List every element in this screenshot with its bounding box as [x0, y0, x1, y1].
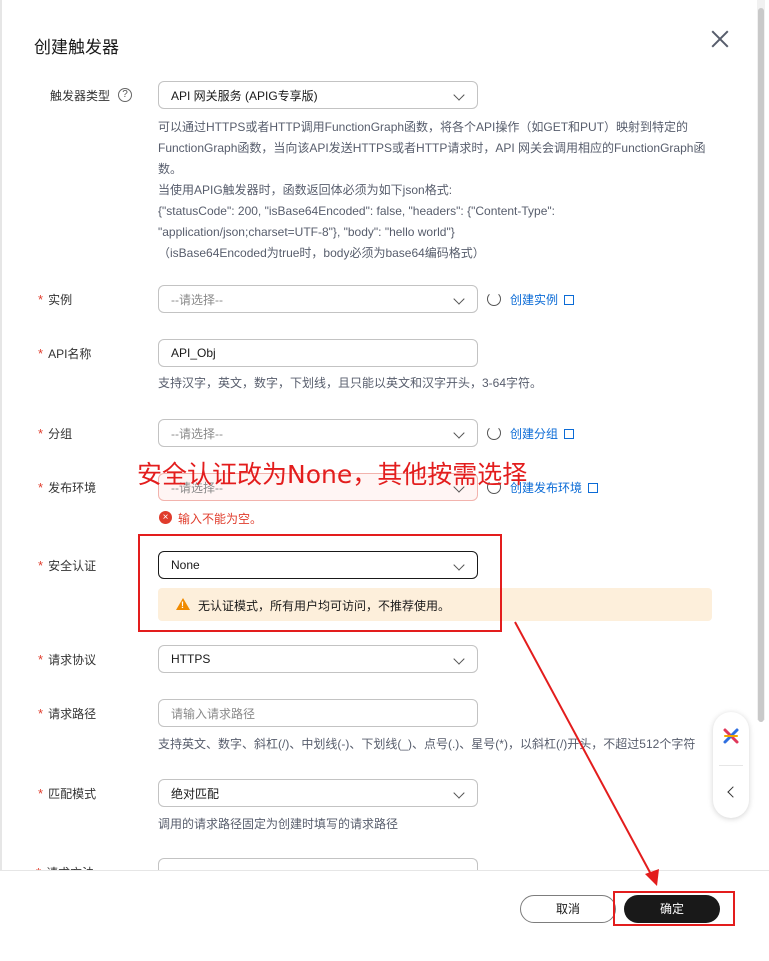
protocol-value: HTTPS: [171, 652, 211, 666]
match-hint: 调用的请求路径固定为创建时填写的请求路径: [158, 817, 399, 831]
external-link-icon: [564, 295, 575, 305]
chevron-down-icon: [453, 787, 465, 799]
group-select[interactable]: --请选择--: [158, 419, 478, 447]
cancel-button[interactable]: 取消: [520, 895, 616, 923]
desc-line: {"statusCode": 200, "isBase64Encoded": f…: [158, 204, 555, 218]
protocol-label: * 请求协议: [38, 646, 96, 672]
required-mark: *: [38, 705, 44, 721]
api-name-value: API_Obj: [171, 346, 216, 360]
required-mark: *: [38, 479, 44, 495]
trigger-description: 可以通过HTTPS或者HTTP调用FunctionGraph函数，将各个API操…: [158, 117, 705, 264]
trigger-type-label-text: 触发器类型: [50, 88, 111, 103]
group-placeholder: --请选择--: [171, 426, 223, 441]
required-mark: *: [38, 557, 44, 573]
annotation-text: 安全认证改为None，其他按需选择: [137, 460, 528, 489]
help-icon[interactable]: ?: [118, 88, 133, 102]
api-name-label-text: API名称: [48, 346, 92, 361]
close-icon[interactable]: [708, 27, 732, 51]
create-trigger-dialog: 创建触发器 触发器类型 ? API 网关服务 (APIG专享版) 可以通过HTT…: [0, 0, 769, 961]
instance-label: * 实例: [38, 286, 72, 312]
instance-label-text: 实例: [48, 292, 73, 307]
create-instance-link[interactable]: 创建实例: [510, 291, 575, 308]
path-input[interactable]: 请输入请求路径: [158, 699, 478, 727]
assistant-logo-icon[interactable]: [722, 727, 740, 745]
floating-assistant-panel: [713, 712, 749, 818]
protocol-select[interactable]: HTTPS: [158, 645, 478, 673]
panel-divider: [719, 765, 743, 766]
api-name-input[interactable]: API_Obj: [158, 339, 478, 367]
match-label: * 匹配模式: [38, 780, 96, 806]
group-label: * 分组: [38, 420, 72, 446]
env-error-text: 输入不能为空。: [178, 512, 263, 526]
env-label: * 发布环境: [38, 474, 96, 500]
protocol-label-text: 请求协议: [48, 652, 97, 667]
desc-line: 当使用APIG触发器时，函数返回体必须为如下json格式:: [158, 183, 453, 197]
chevron-left-icon[interactable]: [727, 786, 739, 798]
api-name-hint: 支持汉字，英文，数字，下划线，且只能以英文和汉字开头，3-64字符。: [158, 376, 543, 390]
create-instance-link-text: 创建实例: [510, 293, 559, 307]
create-group-link-text: 创建分组: [510, 427, 559, 441]
path-label: * 请求路径: [38, 700, 96, 726]
error-icon: ×: [159, 511, 172, 524]
chevron-down-icon: [453, 89, 465, 101]
instance-placeholder: --请选择--: [171, 292, 223, 307]
match-value: 绝对匹配: [171, 786, 220, 801]
trigger-type-value: API 网关服务 (APIG专享版): [171, 88, 318, 103]
env-label-text: 发布环境: [48, 480, 97, 495]
required-mark: *: [38, 651, 44, 667]
required-mark: *: [38, 785, 44, 801]
instance-select[interactable]: --请选择--: [158, 285, 478, 313]
chevron-down-icon: [453, 653, 465, 665]
create-group-link[interactable]: 创建分组: [510, 425, 575, 442]
desc-line: "application/json;charset=UTF-8"}, "body…: [158, 225, 455, 239]
annotation-box-auth: [138, 534, 502, 632]
desc-line: 可以通过HTTPS或者HTTP调用FunctionGraph函数，将各个API操…: [158, 120, 689, 134]
auth-label: * 安全认证: [38, 552, 96, 578]
desc-line: （isBase64Encoded为true时，body必须为base64编码格式…: [158, 246, 485, 260]
match-select[interactable]: 绝对匹配: [158, 779, 478, 807]
backdrop-edge: [0, 0, 2, 961]
annotation-box-confirm: [613, 891, 735, 926]
required-mark: *: [38, 291, 44, 307]
external-link-icon: [564, 429, 575, 439]
api-name-label: * API名称: [38, 340, 91, 366]
required-mark: *: [38, 345, 44, 361]
match-label-text: 匹配模式: [48, 786, 97, 801]
path-label-text: 请求路径: [48, 706, 97, 721]
group-label-text: 分组: [48, 426, 73, 441]
trigger-type-select[interactable]: API 网关服务 (APIG专享版): [158, 81, 478, 109]
scrollbar-thumb[interactable]: [758, 8, 764, 722]
refresh-icon[interactable]: [487, 292, 501, 306]
chevron-down-icon: [453, 293, 465, 305]
auth-label-text: 安全认证: [48, 558, 97, 573]
desc-line: FunctionGraph函数，当向该API发送HTTPS或者HTTP请求时，A…: [158, 141, 706, 155]
chevron-down-icon: [453, 427, 465, 439]
path-hint: 支持英文、数字、斜杠(/)、中划线(-)、下划线(_)、点号(.)、星号(*)，…: [158, 737, 696, 751]
external-link-icon: [588, 483, 599, 493]
path-placeholder: 请输入请求路径: [171, 706, 256, 721]
trigger-type-label: 触发器类型 ?: [50, 82, 133, 108]
dialog-title: 创建触发器: [34, 38, 119, 57]
desc-line: 数。: [158, 162, 183, 176]
required-mark: *: [38, 425, 44, 441]
refresh-icon[interactable]: [487, 426, 501, 440]
